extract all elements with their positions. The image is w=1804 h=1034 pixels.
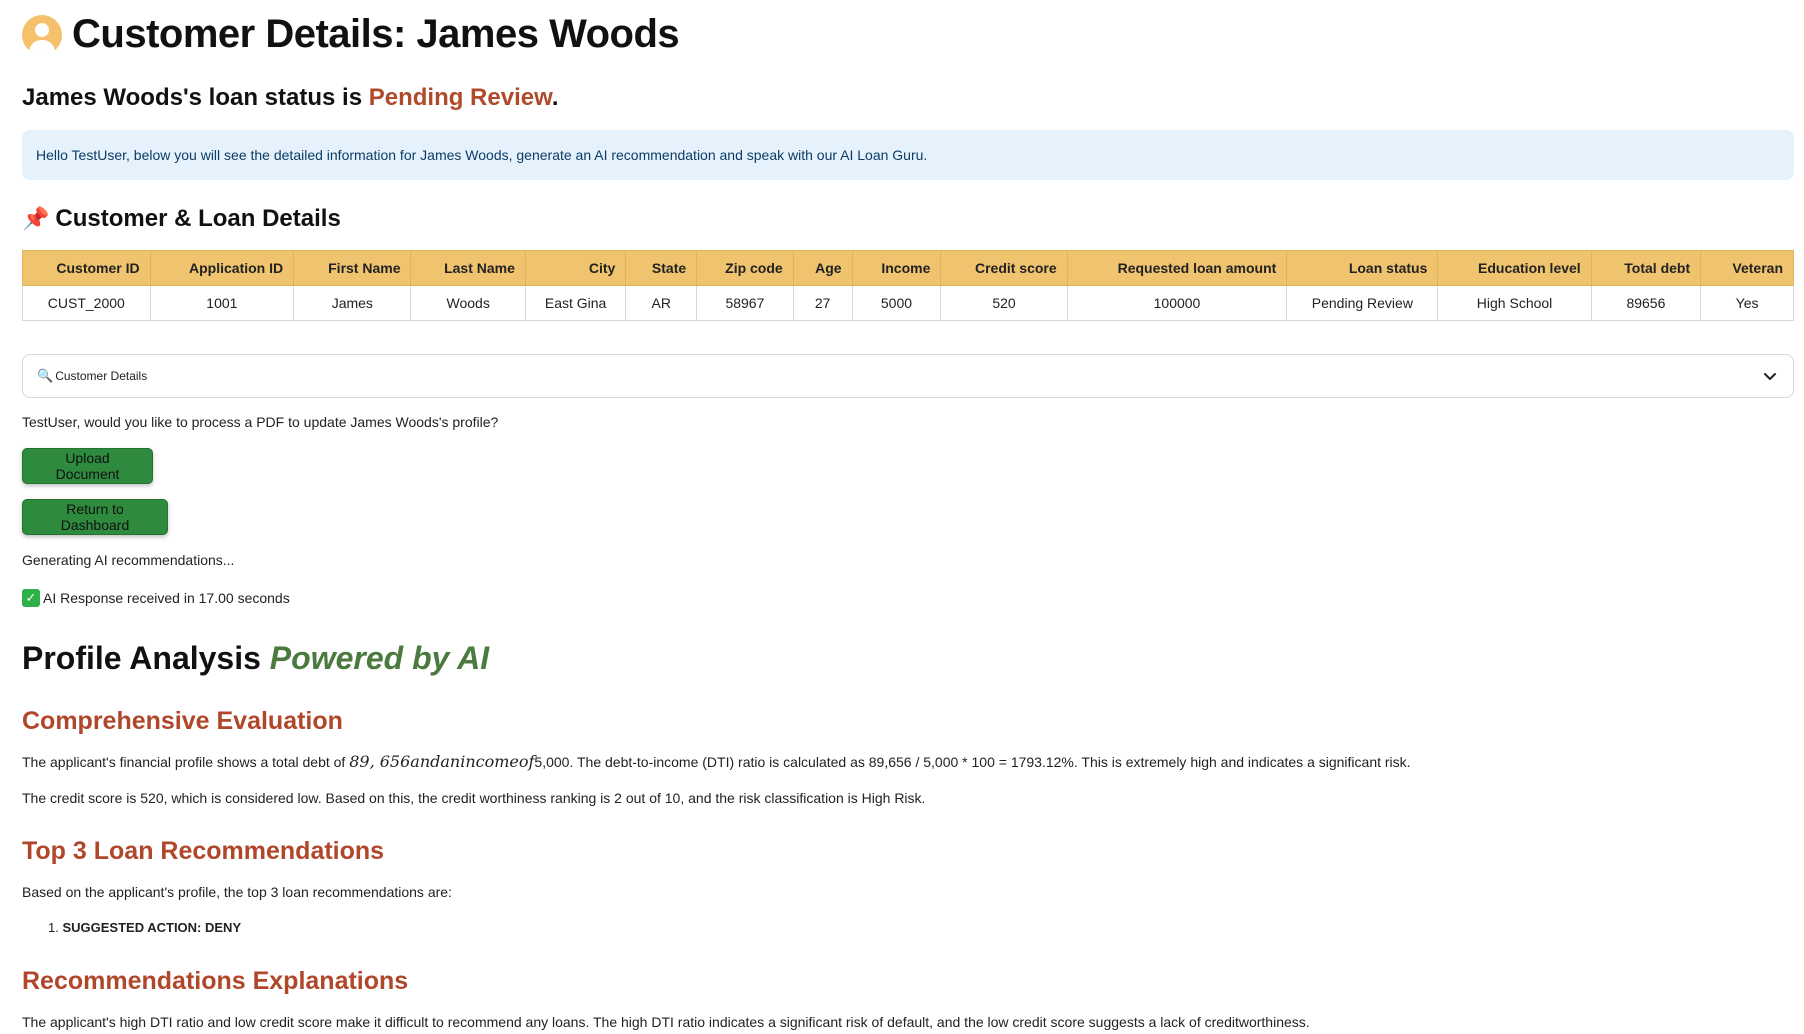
- return-to-dashboard-button[interactable]: Return to Dashboard: [22, 499, 168, 535]
- loan-recommendations-heading: Top 3 Loan Recommendations: [22, 837, 385, 865]
- col-veteran[interactable]: Veteran: [1700, 250, 1794, 286]
- cell-veteran: Yes: [1700, 285, 1794, 321]
- customer-loan-table: Customer ID Application ID First Name La…: [22, 250, 1794, 321]
- table-row: CUST_2000 1001 James Woods East Gina AR …: [22, 285, 1794, 321]
- cell-income: 5000: [851, 285, 942, 321]
- expander-label: Customer Details: [55, 369, 148, 383]
- col-zip[interactable]: Zip code: [696, 250, 794, 286]
- col-education[interactable]: Education level: [1437, 250, 1592, 286]
- status-value: Pending Review: [368, 84, 552, 111]
- cell-city: East Gina: [524, 285, 627, 321]
- user-avatar-icon: [22, 14, 62, 55]
- recommendations-explanations-heading: Recommendations Explanations: [22, 967, 409, 995]
- cell-total-debt: 89656: [1590, 285, 1702, 321]
- info-alert: Hello TestUser, below you will see the d…: [22, 130, 1794, 180]
- status-suffix: .: [551, 84, 559, 111]
- col-age[interactable]: Age: [792, 250, 853, 286]
- col-credit-score[interactable]: Credit score: [940, 250, 1068, 286]
- col-income[interactable]: Income: [851, 250, 942, 286]
- eval-p1-suffix: 5,000. The debt-to-income (DTI) ratio is…: [534, 754, 1411, 770]
- loan-status-line: James Woods's loan status is Pending Rev…: [22, 84, 559, 112]
- cell-state: AR: [625, 285, 698, 321]
- info-message: Hello TestUser, below you will see the d…: [36, 147, 928, 163]
- cell-zip: 58967: [696, 285, 794, 321]
- cell-customer-id: CUST_2000: [22, 285, 151, 321]
- cell-loan-status: Pending Review: [1286, 285, 1439, 321]
- eval-p1-prefix: The applicant's financial profile shows …: [22, 754, 350, 770]
- cell-credit-score: 520: [940, 285, 1068, 321]
- profile-analysis-heading: Profile Analysis Powered by AI: [22, 640, 489, 677]
- analysis-heading-text: Profile Analysis: [22, 640, 270, 676]
- status-prefix: James Woods's loan status is: [22, 84, 369, 111]
- evaluation-paragraph-1: The applicant's financial profile shows …: [22, 752, 1411, 771]
- recommendations-intro: Based on the applicant's profile, the to…: [22, 884, 452, 900]
- col-state[interactable]: State: [625, 250, 698, 286]
- explanation-paragraph: The applicant's high DTI ratio and low c…: [22, 1014, 1310, 1030]
- eval-p1-math: 89, 656andanincomeof: [349, 752, 535, 771]
- page-title: Customer Details: James Woods: [72, 12, 680, 56]
- details-heading: 📌 Customer & Loan Details: [22, 205, 341, 233]
- response-time-text: AI Response received in 17.00 seconds: [43, 590, 290, 606]
- cell-first-name: James: [293, 285, 412, 321]
- col-requested-amount[interactable]: Requested loan amount: [1066, 250, 1288, 286]
- generating-status: Generating AI recommendations...: [22, 552, 235, 568]
- chevron-down-icon: [1764, 373, 1776, 380]
- response-status: ✓ AI Response received in 17.00 seconds: [22, 589, 290, 607]
- evaluation-paragraph-2: The credit score is 520, which is consid…: [22, 790, 926, 806]
- list-item: 1. SUGGESTED ACTION: DENY: [48, 920, 242, 935]
- comprehensive-evaluation-heading: Comprehensive Evaluation: [22, 707, 343, 735]
- table-header-row: Customer ID Application ID First Name La…: [22, 250, 1794, 286]
- magnifier-icon: 🔍: [37, 368, 54, 383]
- col-total-debt[interactable]: Total debt: [1590, 250, 1702, 286]
- col-application-id[interactable]: Application ID: [149, 250, 295, 286]
- cell-education: High School: [1437, 285, 1592, 321]
- col-last-name[interactable]: Last Name: [410, 250, 526, 286]
- col-customer-id[interactable]: Customer ID: [22, 250, 151, 286]
- cell-last-name: Woods: [410, 285, 526, 321]
- col-loan-status[interactable]: Loan status: [1286, 250, 1439, 286]
- checkmark-icon: ✓: [22, 589, 40, 607]
- cell-age: 27: [792, 285, 853, 321]
- upload-prompt: TestUser, would you like to process a PD…: [22, 414, 499, 430]
- col-city[interactable]: City: [524, 250, 627, 286]
- powered-by-ai: Powered by AI: [269, 640, 490, 676]
- cell-application-id: 1001: [149, 285, 295, 321]
- cell-requested-amount: 100000: [1066, 285, 1288, 321]
- upload-document-button[interactable]: Upload Document: [22, 448, 153, 484]
- details-heading-text: Customer & Loan Details: [55, 205, 341, 232]
- title-row: Customer Details: James Woods: [22, 12, 680, 57]
- col-first-name[interactable]: First Name: [293, 250, 412, 286]
- recommendation-item-1: SUGGESTED ACTION: DENY: [62, 920, 242, 935]
- customer-details-expander[interactable]: 🔍 Customer Details: [22, 354, 1794, 398]
- page: Customer Details: James Woods James Wood…: [0, 0, 1804, 1034]
- pushpin-icon: 📌: [22, 206, 50, 231]
